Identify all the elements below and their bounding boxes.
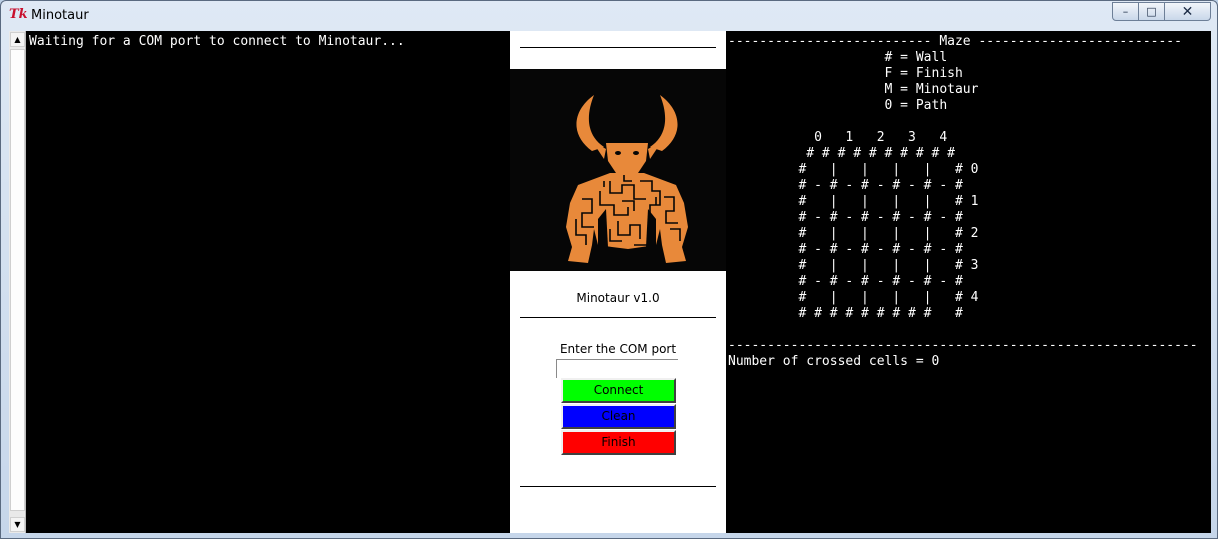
legend-wall: # = Wall: [728, 50, 948, 65]
maze-row: # - # - # - # - # - #: [728, 242, 963, 257]
legend-path: 0 = Path: [728, 98, 948, 113]
clean-button[interactable]: Clean: [561, 404, 676, 429]
com-port-input[interactable]: [556, 359, 678, 378]
console-text: Waiting for a COM port to connect to Min…: [29, 34, 405, 49]
window-controls: – □ ✕: [1112, 2, 1211, 21]
crossed-cells-counter: Number of crossed cells = 0: [728, 354, 940, 369]
window-title: Minotaur: [31, 8, 89, 23]
legend-minotaur: M = Minotaur: [728, 82, 979, 97]
com-port-label: Enter the COM port: [559, 342, 677, 356]
maze-display[interactable]: -------------------------- Maze --------…: [726, 31, 1211, 533]
maze-row: # # # # # # # # # #: [728, 306, 963, 321]
finish-button[interactable]: Finish: [561, 430, 676, 455]
maze-row: # - # - # - # - # - #: [728, 178, 963, 193]
separator-top: [520, 47, 716, 48]
maze-row: # | | | | # 4: [728, 290, 979, 305]
client-area: ▲ ▼ Waiting for a COM port to connect to…: [9, 31, 1211, 533]
connect-button[interactable]: Connect: [561, 378, 676, 403]
legend-finish: F = Finish: [728, 66, 963, 81]
scroll-up-icon[interactable]: ▲: [10, 32, 25, 47]
close-button[interactable]: ✕: [1165, 2, 1211, 21]
title-bar[interactable]: Tk Minotaur – □ ✕: [1, 1, 1217, 31]
minimize-icon: –: [1122, 5, 1129, 18]
control-panel: Minotaur v1.0 Enter the COM port Connect…: [510, 31, 726, 533]
scroll-down-icon[interactable]: ▼: [10, 517, 25, 532]
main-window: Tk Minotaur – □ ✕ ▲ ▼ Waiting for a COM …: [0, 0, 1218, 539]
minimize-button[interactable]: –: [1112, 2, 1139, 21]
version-label: Minotaur v1.0: [576, 291, 660, 305]
maze-row: # | | | | # 1: [728, 194, 979, 209]
console-scrollbar[interactable]: ▲ ▼: [9, 31, 26, 533]
close-icon: ✕: [1181, 3, 1194, 20]
separator-middle: [520, 317, 716, 318]
maze-row: # | | | | # 3: [728, 258, 979, 273]
maze-header: -------------------------- Maze --------…: [728, 34, 1182, 49]
separator-bottom: [520, 486, 716, 487]
maze-footer-rule: ----------------------------------------…: [728, 338, 1198, 353]
maze-row: # - # - # - # - # - #: [728, 274, 963, 289]
minotaur-logo: [510, 69, 726, 271]
scroll-thumb[interactable]: [10, 49, 25, 511]
maze-column-indices: 0 1 2 3 4: [728, 130, 948, 145]
maze-row: # # # # # # # # # #: [728, 146, 955, 161]
minotaur-maze-logo-icon: [566, 95, 688, 263]
tk-feather-icon: Tk: [9, 7, 28, 22]
maximize-button[interactable]: □: [1139, 2, 1165, 21]
maze-row: # | | | | # 2: [728, 226, 979, 241]
maximize-icon: □: [1146, 5, 1157, 18]
maze-row: # - # - # - # - # - #: [728, 210, 963, 225]
maze-row: # | | | | # 0: [728, 162, 979, 177]
serial-console[interactable]: Waiting for a COM port to connect to Min…: [26, 31, 510, 533]
